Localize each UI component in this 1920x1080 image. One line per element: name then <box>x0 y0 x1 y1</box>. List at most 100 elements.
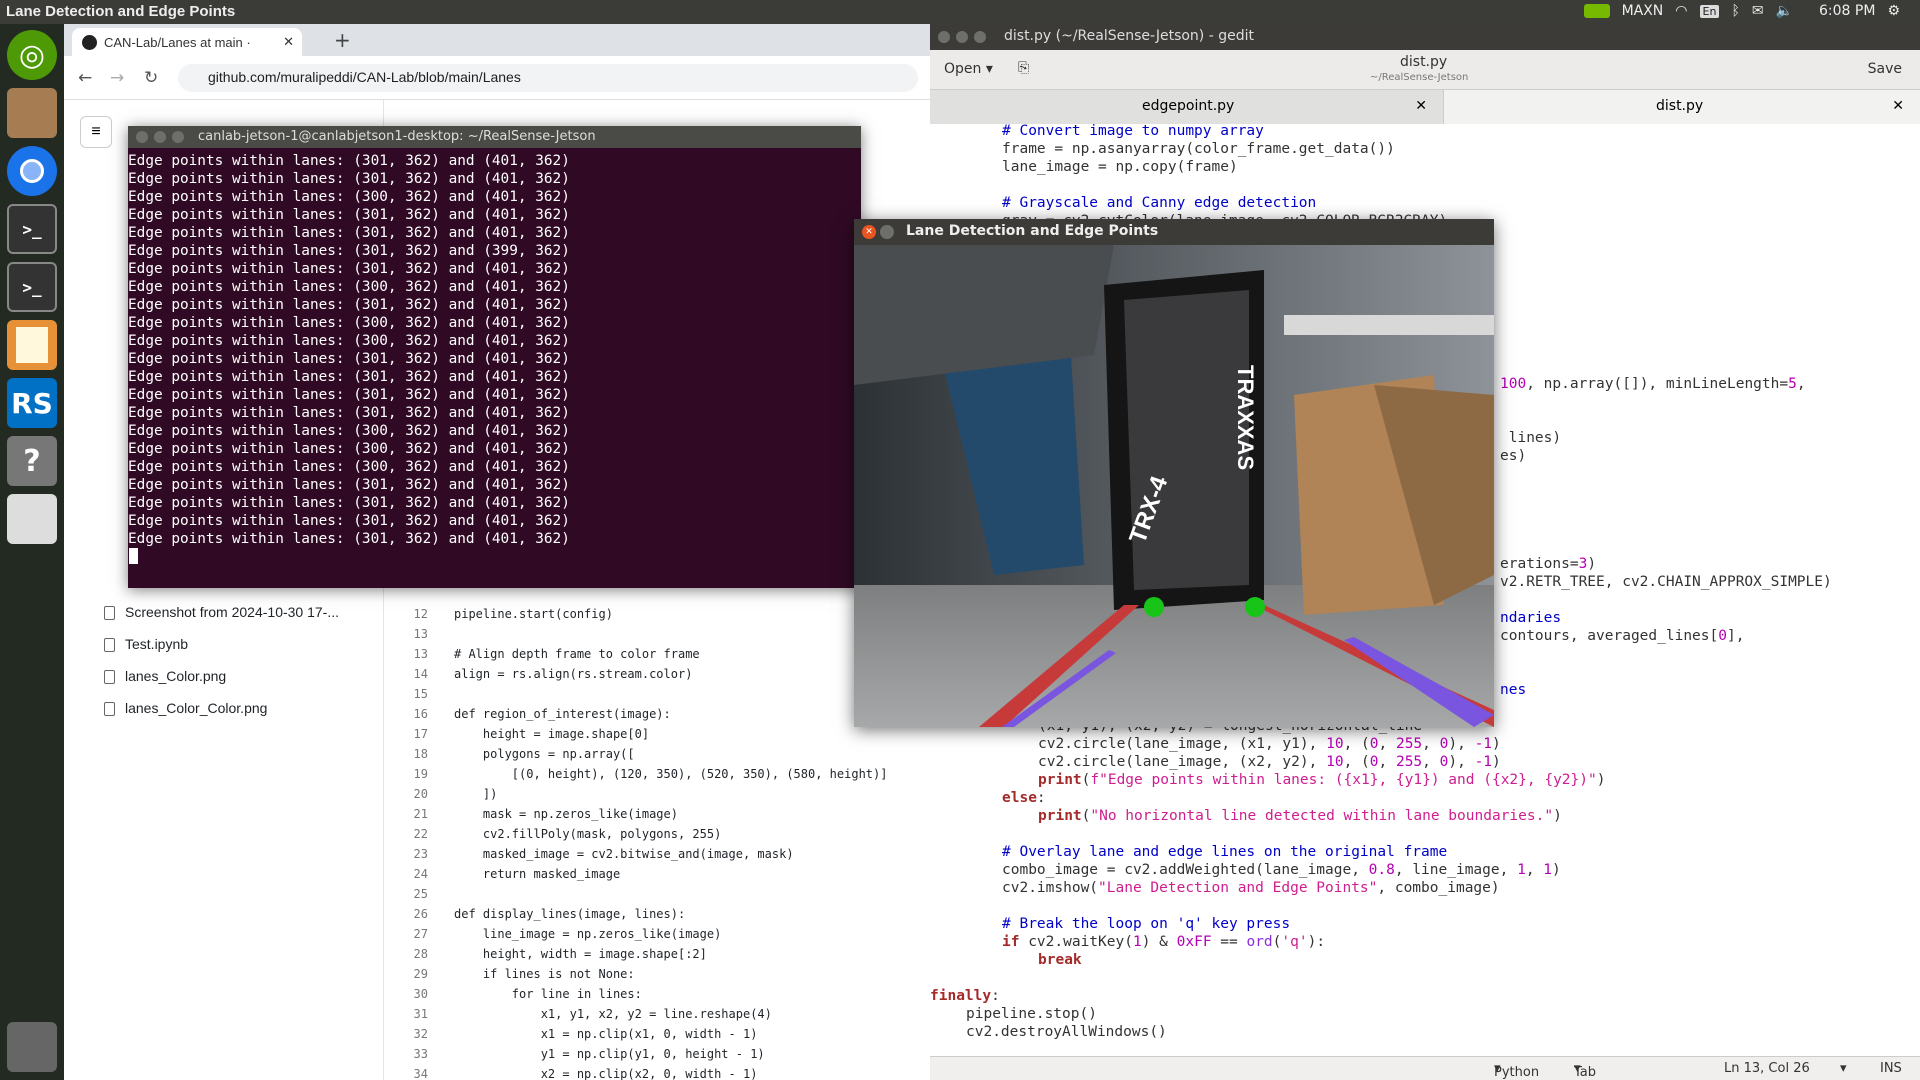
shelf <box>1284 315 1494 335</box>
terminal-output[interactable]: Edge points within lanes: (301, 362) and… <box>128 148 861 548</box>
settings-gear-icon[interactable]: ⚙ <box>1887 3 1900 19</box>
back-icon[interactable]: ← <box>78 68 92 88</box>
terminal-line: Edge points within lanes: (301, 362) and… <box>128 225 570 241</box>
reload-icon[interactable]: ↻ <box>144 68 158 88</box>
power-mode-label[interactable]: MAXN <box>1622 3 1664 19</box>
line-number: 22 <box>413 827 428 841</box>
code-line: 21 mask = np.zeros_like(image) <box>384 804 930 824</box>
code-line: 27 line_image = np.zeros_like(image) <box>384 924 930 944</box>
minimize-icon[interactable] <box>880 225 894 239</box>
maximize-icon[interactable] <box>172 131 184 143</box>
file-item[interactable]: lanes_Color_Color.png <box>104 700 364 717</box>
code-text: x1 = np.clip(x1, 0, width - 1) <box>454 1027 758 1041</box>
code-line: # Grayscale and Canny edge detection <box>1002 195 1317 211</box>
clock[interactable]: 6:08 PM <box>1819 3 1875 19</box>
terminal-line: Edge points within lanes: (301, 362) and… <box>128 297 570 313</box>
file-item[interactable]: Test.ipynb <box>104 636 364 653</box>
files-icon[interactable] <box>7 88 57 138</box>
wifi-icon[interactable]: ◠ <box>1675 3 1687 19</box>
close-tab-icon[interactable]: ✕ <box>1415 98 1427 114</box>
line-number: 24 <box>413 867 428 881</box>
tab-dist[interactable]: dist.py ✕ <box>1444 90 1920 124</box>
file-name: lanes_Color.png <box>125 668 227 684</box>
code-line: 28 height, width = image.shape[:2] <box>384 944 930 964</box>
terminal-icon[interactable]: >_ <box>7 262 57 312</box>
trash-icon[interactable] <box>7 1022 57 1072</box>
code-line: else: <box>1002 790 1046 806</box>
close-tab-icon[interactable]: ✕ <box>1892 98 1904 114</box>
minimize-icon[interactable] <box>956 31 968 43</box>
tab-title: CAN-Lab/Lanes at main · <box>104 35 251 50</box>
open-button[interactable]: Open ▾ <box>944 61 993 77</box>
tab-width-selector[interactable]: Tab Width: 8 ▾ <box>1574 1061 1596 1080</box>
close-tab-icon[interactable]: ✕ <box>283 34 294 50</box>
tab-edgepoint[interactable]: edgepoint.py ✕ <box>930 90 1444 124</box>
text-editor-icon[interactable] <box>7 320 57 370</box>
ubuntu-software-icon[interactable]: ◎ <box>7 30 57 80</box>
line-number: 17 <box>413 727 428 741</box>
launcher: ◎ >_ >_ RS ? <box>0 24 64 1080</box>
code-line: cv2.imshow("Lane Detection and Edge Poin… <box>1002 880 1500 896</box>
new-tab-icon[interactable]: ⎘ <box>1018 60 1029 76</box>
maximize-icon[interactable] <box>974 31 986 43</box>
minimize-icon[interactable] <box>154 131 166 143</box>
camera-frame: TRAXXAS TRX-4 <box>854 245 1494 727</box>
language-selector[interactable]: Python ▾ <box>1494 1061 1539 1080</box>
forward-icon[interactable]: → <box>110 68 124 88</box>
code-line: 25 <box>384 884 930 904</box>
cursor-position[interactable]: Ln 13, Col 26 <box>1724 1061 1810 1076</box>
line-number: 23 <box>413 847 428 861</box>
line-number: 18 <box>413 747 428 761</box>
code-line: 100, np.array([]), minLineLength=5, <box>1500 376 1806 392</box>
terminal-line: Edge points within lanes: (301, 362) and… <box>128 351 570 367</box>
code-line: ndaries <box>1500 610 1562 626</box>
line-number: 25 <box>413 887 428 901</box>
line-number: 21 <box>413 807 428 821</box>
line-number: 26 <box>413 907 428 921</box>
gedit-titlebar: dist.py (~/RealSense-Jetson) - gedit <box>930 24 1920 50</box>
code-line: v2.RETR_TREE, cv2.CHAIN_APPROX_SIMPLE) <box>1500 574 1832 590</box>
code-line: if cv2.waitKey(1) & 0xFF == ord('q'): <box>1002 934 1326 950</box>
terminal-line: Edge points within lanes: (301, 362) and… <box>128 477 570 493</box>
github-icon <box>82 35 97 50</box>
drive-icon[interactable] <box>7 494 57 544</box>
menu-icon[interactable]: ≡ <box>80 116 112 148</box>
close-icon[interactable] <box>938 31 950 43</box>
url-field[interactable]: github.com/muralipeddi/CAN-Lab/blob/main… <box>178 64 918 92</box>
chromium-icon[interactable] <box>7 146 57 196</box>
code-line: 17 height = image.shape[0] <box>384 724 930 744</box>
code-line: 23 masked_image = cv2.bitwise_and(image,… <box>384 844 930 864</box>
gedit-tabs: edgepoint.py ✕ dist.py ✕ <box>930 90 1920 124</box>
code-text: x1, y1, x2, y2 = line.reshape(4) <box>454 1007 772 1021</box>
new-tab-button[interactable]: + <box>334 28 351 52</box>
terminal-line: Edge points within lanes: (300, 362) and… <box>128 441 570 457</box>
code-line: 13 <box>384 624 930 644</box>
save-button[interactable]: Save <box>1868 61 1902 77</box>
code-line: contours, averaged_lines[0], <box>1500 628 1745 644</box>
lane-window-titlebar: ✕ Lane Detection and Edge Points <box>854 219 1494 245</box>
terminal-icon[interactable]: >_ <box>7 204 57 254</box>
position-dropdown-icon[interactable]: ▾ <box>1840 1061 1847 1076</box>
terminal-line: Edge points within lanes: (301, 362) and… <box>128 207 570 223</box>
help-icon[interactable]: ? <box>7 436 57 486</box>
line-number: 13 <box>413 627 428 641</box>
file-item[interactable]: lanes_Color.png <box>104 668 364 685</box>
mail-icon[interactable]: ✉ <box>1752 3 1764 19</box>
code-line: 33 y1 = np.clip(y1, 0, height - 1) <box>384 1044 930 1064</box>
close-icon[interactable]: ✕ <box>862 225 876 239</box>
gedit-title: dist.py (~/RealSense-Jetson) - gedit <box>1004 28 1254 44</box>
terminal-line: Edge points within lanes: (301, 362) and… <box>128 531 570 547</box>
bluetooth-icon[interactable]: ᛒ <box>1731 3 1739 19</box>
code-text: for line in lines: <box>454 987 642 1001</box>
terminal-line: Edge points within lanes: (301, 362) and… <box>128 495 570 511</box>
file-item[interactable]: Screenshot from 2024-10-30 17-... <box>104 604 364 621</box>
realsense-viewer-icon[interactable]: RS <box>7 378 57 428</box>
keyboard-layout-indicator[interactable]: En <box>1699 4 1720 18</box>
code-text: ]) <box>454 787 498 801</box>
code-text: return masked_image <box>454 867 621 881</box>
close-icon[interactable] <box>136 131 148 143</box>
browser-tab[interactable]: CAN-Lab/Lanes at main · ✕ <box>72 28 302 56</box>
code-line: 16 def region_of_interest(image): <box>384 704 930 724</box>
nvidia-icon[interactable] <box>1583 4 1610 18</box>
volume-muted-icon[interactable]: 🔈 <box>1776 3 1793 19</box>
